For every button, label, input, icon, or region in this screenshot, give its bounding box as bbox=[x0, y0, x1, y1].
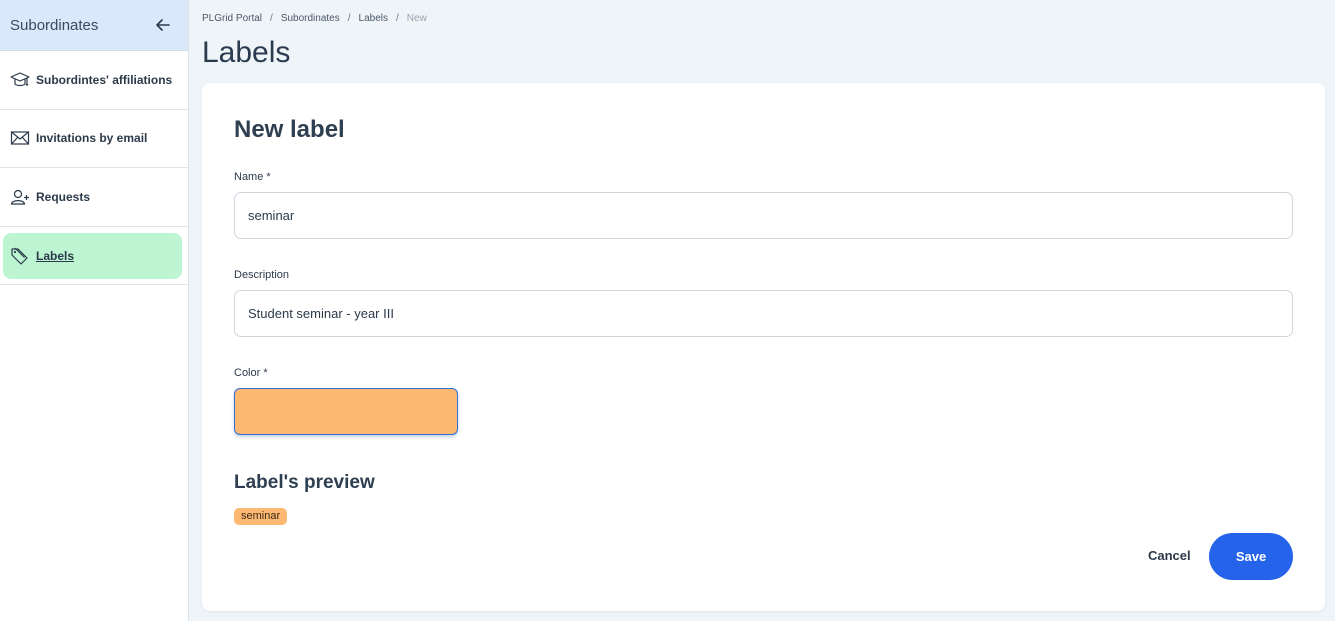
breadcrumb-item[interactable]: PLGrid Portal bbox=[202, 13, 262, 24]
color-picker[interactable] bbox=[234, 388, 458, 435]
breadcrumb-separator: / bbox=[270, 13, 273, 24]
breadcrumb-item[interactable]: Labels bbox=[359, 13, 388, 24]
page-title: Labels bbox=[202, 36, 291, 69]
preview-title: Label's preview bbox=[234, 472, 375, 493]
color-label: Color * bbox=[234, 367, 268, 379]
sidebar-item-label: Invitations by email bbox=[36, 131, 148, 146]
sidebar-item-label: Subordintes' affiliations bbox=[36, 72, 173, 87]
breadcrumb: PLGrid Portal / Subordinates / Labels / … bbox=[202, 13, 427, 24]
description-input[interactable] bbox=[234, 290, 1293, 337]
new-label-card: New label Name * Description Color * Lab… bbox=[202, 83, 1325, 611]
graduation-cap-icon bbox=[10, 70, 30, 90]
breadcrumb-current: New bbox=[406, 13, 427, 24]
sidebar: Subordinates Subordintes' affiliations I… bbox=[0, 0, 189, 621]
label-preview-badge: seminar bbox=[234, 508, 288, 525]
breadcrumb-separator: / bbox=[396, 13, 399, 24]
breadcrumb-separator: / bbox=[347, 13, 351, 24]
user-plus-icon bbox=[10, 187, 30, 207]
sidebar-item-labels[interactable]: Labels bbox=[3, 232, 182, 279]
sidebar-item-label: Labels bbox=[36, 248, 75, 263]
tag-icon bbox=[10, 246, 30, 266]
sidebar-item-invitations[interactable]: Invitations by email bbox=[0, 110, 188, 168]
sidebar-item-requests[interactable]: Requests bbox=[0, 168, 188, 227]
breadcrumb-item[interactable]: Subordinates bbox=[281, 13, 340, 24]
sidebar-title: Subordinates bbox=[10, 16, 99, 34]
sidebar-item-wrapper: Labels bbox=[0, 227, 188, 285]
name-input[interactable] bbox=[234, 192, 1293, 239]
arrow-left-icon[interactable] bbox=[154, 16, 172, 34]
sidebar-item-label: Requests bbox=[36, 189, 91, 204]
sidebar-item-affiliations[interactable]: Subordintes' affiliations bbox=[0, 51, 188, 110]
save-button[interactable]: Save bbox=[1209, 533, 1293, 580]
description-label: Description bbox=[234, 269, 290, 281]
cancel-button[interactable]: Cancel bbox=[1148, 548, 1191, 563]
form-title: New label bbox=[234, 116, 345, 143]
envelope-icon bbox=[10, 128, 30, 148]
sidebar-header: Subordinates bbox=[0, 0, 188, 51]
name-label: Name * bbox=[234, 171, 271, 183]
